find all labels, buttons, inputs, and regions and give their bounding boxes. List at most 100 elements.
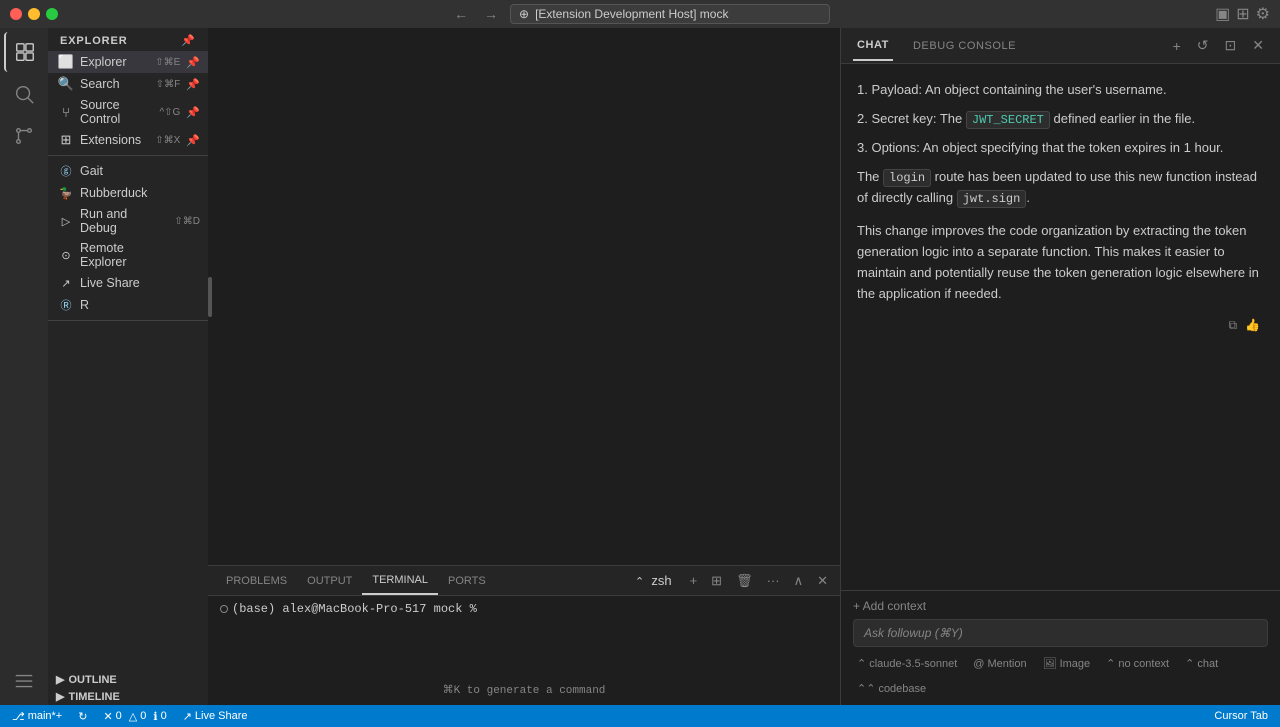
chat-item-2: 2. Secret key: The JWT_SECRET defined ea… — [857, 109, 1264, 130]
search-shortcut: ⇧⌘F — [156, 79, 181, 90]
chat-model-selector[interactable]: ⌃ claude-3.5-sonnet — [853, 655, 961, 672]
activity-search[interactable] — [4, 74, 44, 114]
back-button[interactable]: ← — [450, 6, 472, 22]
chat-item-3: 3. Options: An object specifying that th… — [857, 138, 1264, 159]
sidebar-section-header: EXPLORER 📌 — [48, 28, 208, 51]
chat-image-button[interactable]: 🖼 Image — [1039, 655, 1095, 672]
panel-actions: ⌃ zsh + ⊞ 🗑 ··· ∧ ✕ — [631, 571, 832, 591]
terminal-more-icon[interactable]: ··· — [763, 571, 784, 590]
sync-icon: ↻ — [78, 710, 87, 723]
sidebar-item-rubberduck[interactable]: 🦆 Rubberduck — [48, 182, 208, 204]
chat-expand-icon[interactable]: ⊡ — [1221, 35, 1241, 56]
panel-tab-problems[interactable]: PROBLEMS — [216, 566, 297, 595]
statusbar-cursor-tab[interactable]: Cursor Tab — [1210, 705, 1272, 727]
close-button[interactable] — [10, 8, 22, 20]
sidebar-item-label: RemoteExplorer — [80, 241, 200, 269]
statusbar-left: ⎇ main*+ ↻ ✕ 0 △ 0 ℹ 0 ↗ Live Share — [8, 705, 252, 727]
panel-tabs: PROBLEMS OUTPUT TERMINAL PORTS ⌃ zsh + ⊞… — [208, 566, 840, 596]
chat-mode-codebase[interactable]: ⌃⌃ codebase — [853, 680, 930, 697]
terminal-circle-icon — [220, 605, 228, 613]
sidebar: EXPLORER 📌 ⬜ Explorer ⇧⌘E 📌 🔍 Search ⇧⌘F… — [48, 28, 208, 705]
jwt-sign-code: jwt.sign — [957, 190, 1027, 208]
settings-icon[interactable]: ⚙ — [1256, 4, 1270, 24]
chat-mention-button[interactable]: @ Mention — [969, 656, 1030, 672]
panel-tab-terminal[interactable]: TERMINAL — [362, 566, 438, 595]
sidebar-item-gait[interactable]: ⓖ Gait — [48, 160, 208, 182]
sidebar-item-remote-explorer[interactable]: ⊙ RemoteExplorer — [48, 238, 208, 272]
add-context-button[interactable]: + Add context — [853, 599, 1268, 613]
activity-collapse[interactable] — [4, 661, 44, 701]
live-share-label: Live Share — [195, 710, 248, 722]
sidebar-divider-2 — [48, 320, 208, 321]
terminal-close-icon[interactable]: ✕ — [813, 571, 832, 591]
info-icon: ℹ — [153, 710, 157, 723]
activity-source-control[interactable] — [4, 116, 44, 156]
timeline-section[interactable]: ▶ TIMELINE — [48, 688, 208, 705]
terminal-generate-hint: ⌘K to generate a command — [443, 683, 606, 697]
titlebar: ← → ⊕ [Extension Development Host] mock … — [0, 0, 1280, 28]
statusbar-live-share[interactable]: ↗ Live Share — [179, 705, 252, 727]
model-label: claude-3.5-sonnet — [869, 658, 957, 670]
tab-chat[interactable]: CHAT — [853, 31, 893, 61]
chat-context-type[interactable]: ⌃ no context — [1102, 655, 1173, 672]
chat-mode-chat[interactable]: ⌃ chat — [1181, 655, 1222, 672]
sidebar-item-search[interactable]: 🔍 Search ⇧⌘F 📌 — [48, 73, 208, 95]
resize-handle[interactable] — [208, 277, 212, 317]
sidebar-layout-icon[interactable]: ▣ — [1215, 4, 1230, 24]
branch-icon: ⎇ — [12, 710, 25, 723]
search-pin: 📌 — [186, 78, 200, 91]
info-count: 0 — [161, 710, 167, 722]
sidebar-item-r[interactable]: Ⓡ R — [48, 294, 208, 316]
titlebar-search[interactable]: ⊕ [Extension Development Host] mock — [510, 4, 830, 24]
minimize-button[interactable] — [28, 8, 40, 20]
chat-history-icon[interactable]: ↺ — [1193, 35, 1213, 56]
statusbar-branch[interactable]: ⎇ main*+ — [8, 705, 66, 727]
thumbsup-icon[interactable]: 👍 — [1245, 316, 1260, 335]
explorer-icon: ⬜ — [58, 54, 74, 70]
chat-header: CHAT DEBUG CONSOLE + ↺ ⊡ ✕ — [841, 28, 1280, 64]
tab-debug-console[interactable]: DEBUG CONSOLE — [909, 32, 1020, 60]
sidebar-item-label: Gait — [80, 164, 200, 178]
sidebar-pin-icon[interactable]: 📌 — [181, 34, 196, 47]
sidebar-divider — [48, 155, 208, 156]
sidebar-title: EXPLORER — [60, 35, 128, 47]
sidebar-item-run-debug[interactable]: ▷ Run andDebug ⇧⌘D — [48, 204, 208, 238]
terminal-up-icon[interactable]: ∧ — [790, 571, 808, 591]
sidebar-item-label: Extensions — [80, 133, 149, 147]
chat-close-icon[interactable]: ✕ — [1248, 35, 1268, 56]
statusbar-errors[interactable]: ✕ 0 △ 0 ℹ 0 — [99, 705, 170, 727]
copy-icon[interactable]: ⧉ — [1228, 316, 1237, 335]
panel-tab-output[interactable]: OUTPUT — [297, 566, 362, 595]
sidebar-item-label: Search — [80, 77, 150, 91]
terminal-content: (base) alex@MacBook-Pro-517 mock % ⌘K to… — [208, 596, 840, 705]
terminal-trash-icon[interactable]: 🗑 — [732, 571, 757, 591]
app-body: EXPLORER 📌 ⬜ Explorer ⇧⌘E 📌 🔍 Search ⇧⌘F… — [0, 28, 1280, 705]
chat-add-icon[interactable]: + — [1169, 36, 1185, 56]
timeline-label: TIMELINE — [68, 691, 119, 703]
sidebar-item-extensions[interactable]: ⊞ Extensions ⇧⌘X 📌 — [48, 129, 208, 151]
sidebar-item-source-control[interactable]: ⑂ SourceControl ^⇧G 📌 — [48, 95, 208, 129]
statusbar-sync[interactable]: ↻ — [74, 705, 91, 727]
branch-name: main*+ — [28, 710, 63, 722]
editor-area[interactable] — [208, 28, 840, 565]
panel-tab-ports[interactable]: PORTS — [438, 566, 496, 595]
terminal-split-icon[interactable]: ⊞ — [707, 571, 726, 591]
gait-icon: ⓖ — [58, 163, 74, 179]
window-controls — [10, 8, 58, 20]
sidebar-item-explorer[interactable]: ⬜ Explorer ⇧⌘E 📌 — [48, 51, 208, 73]
chat-para-2: This change improves the code organizati… — [857, 221, 1264, 304]
activity-explorer[interactable] — [4, 32, 44, 72]
sidebar-item-label: Live Share — [80, 276, 200, 290]
rubberduck-icon: 🦆 — [58, 185, 74, 201]
outline-section[interactable]: ▶ OUTLINE — [48, 671, 208, 688]
context-label: no context — [1118, 658, 1169, 670]
layout-icon[interactable]: ⊞ — [1236, 4, 1249, 24]
sidebar-item-live-share[interactable]: ↗ Live Share — [48, 272, 208, 294]
forward-button[interactable]: → — [480, 6, 502, 22]
chat-item-1: 1. Payload: An object containing the use… — [857, 80, 1264, 101]
maximize-button[interactable] — [46, 8, 58, 20]
extensions-pin: 📌 — [186, 134, 200, 147]
statusbar: ⎇ main*+ ↻ ✕ 0 △ 0 ℹ 0 ↗ Live Share Curs… — [0, 705, 1280, 727]
chat-input[interactable]: Ask followup (⌘Y) — [853, 619, 1268, 647]
terminal-add-icon[interactable]: + — [686, 571, 702, 590]
